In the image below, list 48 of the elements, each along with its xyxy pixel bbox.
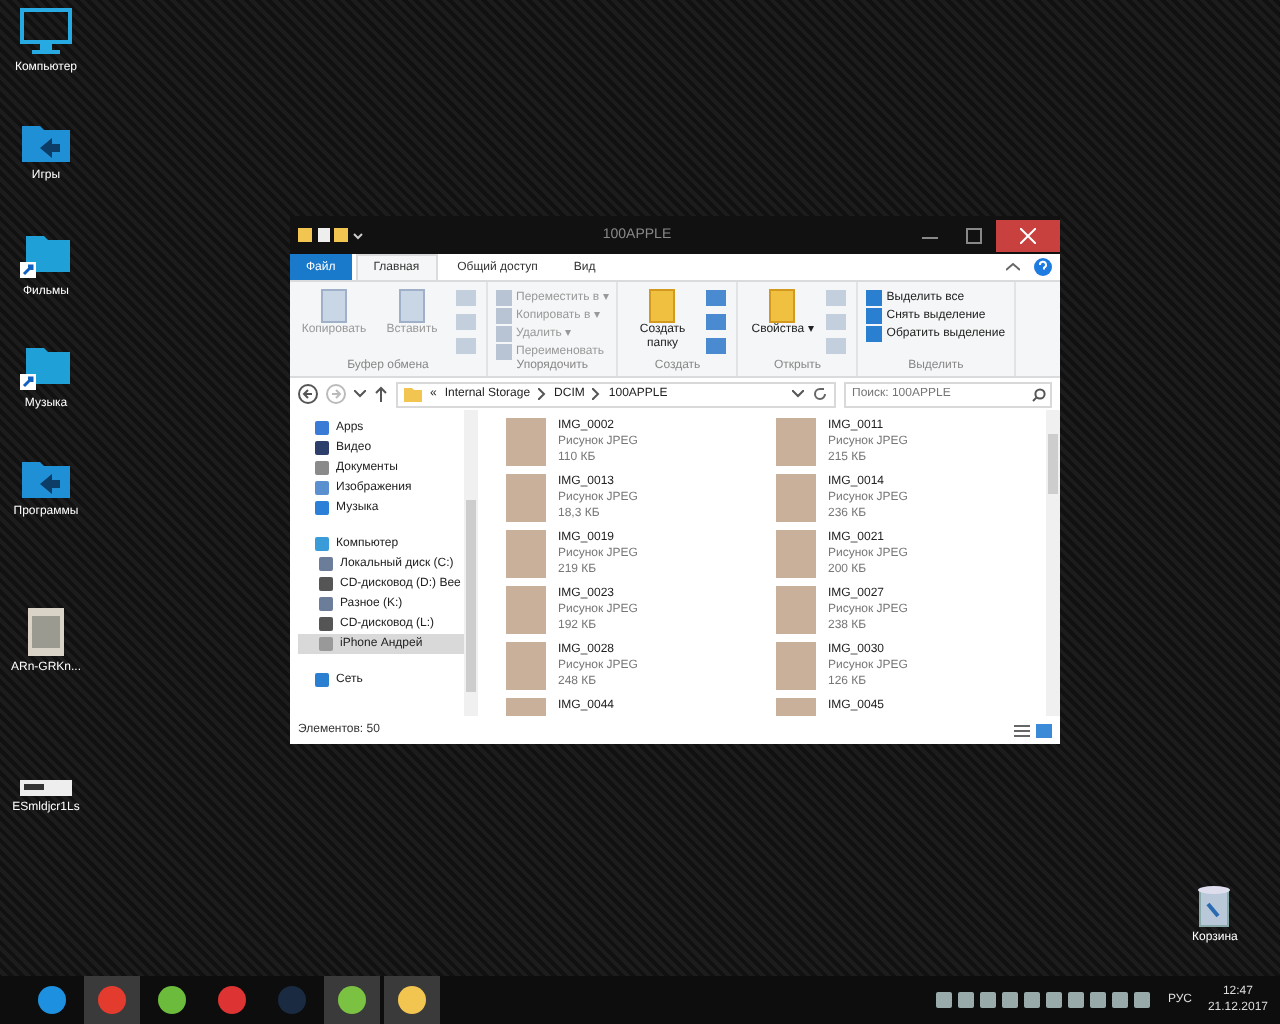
- photo-placeholder: [776, 418, 816, 466]
- small-tool-icons[interactable]: [704, 288, 729, 356]
- up-arrow-icon[interactable]: [374, 386, 388, 402]
- photo-placeholder: [506, 474, 546, 522]
- scrollbar[interactable]: [1046, 410, 1060, 716]
- clipboard-icon: [396, 288, 428, 324]
- app-icon: [396, 984, 428, 1016]
- photo-placeholder: [506, 418, 546, 466]
- app-icon: [336, 984, 368, 1016]
- photo-placeholder: [506, 586, 546, 634]
- maximize-icon: [966, 227, 982, 243]
- photo-placeholder: [506, 530, 546, 578]
- folder-shortcut-icon[interactable]: [20, 344, 72, 392]
- photo-placeholder: [776, 530, 816, 578]
- dropdown-caret-icon[interactable]: [354, 390, 366, 398]
- photo-placeholder: [776, 642, 816, 690]
- nav-item-icon: [314, 672, 330, 688]
- image-thumbnail-icon[interactable]: [20, 780, 72, 796]
- taskbar-app-button[interactable]: [384, 976, 440, 1024]
- quick-access-toolbar-icon[interactable]: [298, 226, 366, 244]
- close-icon: [1020, 227, 1036, 243]
- thumbnails-view-icon[interactable]: [1036, 723, 1052, 737]
- scrollbar[interactable]: [464, 410, 478, 716]
- system-tray-icons[interactable]: [935, 990, 1152, 1010]
- document-thumbnail-icon[interactable]: [28, 608, 64, 656]
- search-icon: [1032, 387, 1046, 401]
- close-button[interactable]: [996, 219, 1060, 251]
- monitor-icon[interactable]: [20, 8, 72, 56]
- details-view-icon[interactable]: [1014, 723, 1030, 737]
- refresh-icon[interactable]: [812, 386, 828, 402]
- app-icon: [96, 984, 128, 1016]
- dropdown-caret-icon[interactable]: [792, 390, 804, 398]
- photo-placeholder: [776, 586, 816, 634]
- clipboard-icon: [318, 288, 350, 324]
- app-icon: [156, 984, 188, 1016]
- chevron-icon[interactable]: [592, 388, 601, 400]
- recycle-bin-icon[interactable]: [1196, 884, 1233, 928]
- collapse-ribbon-icon[interactable]: [1006, 262, 1020, 272]
- photo-placeholder: [776, 474, 816, 522]
- back-button-icon[interactable]: [298, 384, 318, 404]
- folder-shortcut-icon[interactable]: [20, 232, 72, 280]
- taskbar-app-button[interactable]: [324, 976, 380, 1024]
- help-icon[interactable]: [1034, 258, 1052, 276]
- chevron-icon[interactable]: [538, 388, 547, 400]
- app-icon: [36, 984, 68, 1016]
- app-icon: [276, 984, 308, 1016]
- photo-placeholder: [506, 642, 546, 690]
- app-icon: [216, 984, 248, 1016]
